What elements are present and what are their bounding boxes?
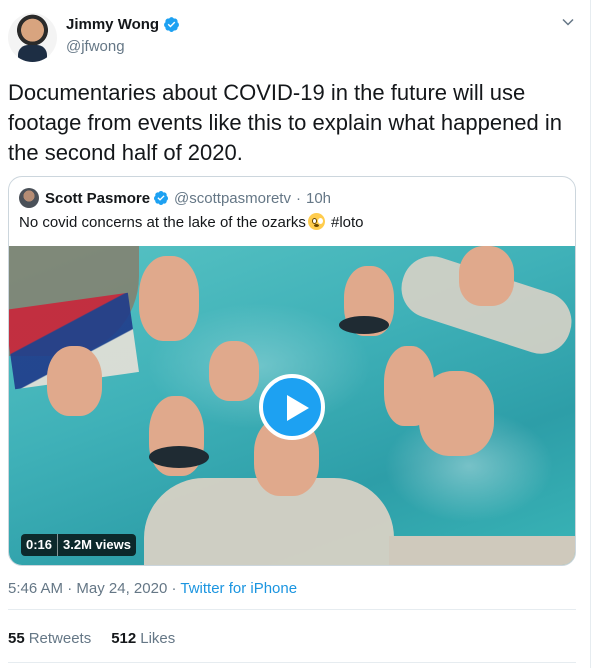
video-player[interactable]: 0:16 3.2M views	[9, 246, 575, 565]
meta-separator: ·	[167, 580, 181, 597]
quoted-separator: ·	[295, 189, 301, 207]
quoted-tweet-header[interactable]: Scott Pasmore @scottpasmoretv · 10h	[19, 188, 331, 208]
retweets-stat[interactable]: 55 Retweets	[8, 630, 91, 647]
verified-badge-icon	[154, 191, 169, 205]
tweet-stats: 55 Retweets 512 Likes	[8, 630, 175, 647]
tweet-source-link[interactable]: Twitter for iPhone	[180, 580, 297, 597]
video-scene-person	[419, 371, 494, 456]
tweet-text: Documentaries about COVID-19 in the futu…	[8, 80, 563, 165]
video-scene-person	[209, 341, 259, 401]
video-view-count: 3.2M views	[63, 537, 131, 552]
quoted-tweet-text: No covid concerns at the lake of the oza…	[19, 213, 364, 231]
chevron-down-icon[interactable]	[561, 15, 575, 29]
video-scene-shadow	[149, 446, 209, 468]
quoted-author-handle: @scottpasmoretv	[174, 189, 291, 207]
tweet-card: Jimmy Wong @jfwong Documentaries about C…	[0, 0, 591, 668]
likes-label: Likes	[140, 630, 176, 647]
quoted-author-name: Scott Pasmore	[45, 189, 151, 207]
retweets-label: Retweets	[28, 630, 92, 647]
likes-count: 512	[111, 630, 137, 647]
video-scene-person	[459, 246, 514, 306]
quoted-hashtag: #loto	[326, 214, 364, 231]
tweet-date[interactable]: May 24, 2020	[76, 580, 167, 597]
likes-stat[interactable]: 512 Likes	[111, 630, 175, 647]
quoted-timestamp: 10h	[305, 189, 332, 207]
author-avatar[interactable]	[8, 13, 57, 62]
tweet-time[interactable]: 5:46 AM	[8, 580, 63, 597]
tweet-meta: 5:46 AM · May 24, 2020 · Twitter for iPh…	[8, 580, 297, 597]
verified-badge-icon	[164, 17, 180, 32]
divider	[8, 609, 576, 610]
video-scene-person	[47, 346, 102, 416]
meta-separator: ·	[63, 580, 77, 597]
retweets-count: 55	[8, 630, 25, 647]
author-display-name[interactable]: Jimmy Wong	[66, 16, 159, 33]
video-info-badge: 0:16 3.2M views	[21, 534, 136, 556]
play-button[interactable]	[259, 374, 325, 440]
quoted-tweet[interactable]: Scott Pasmore @scottpasmoretv · 10h No c…	[8, 176, 576, 566]
quoted-author-avatar	[19, 188, 39, 208]
video-scene-person	[139, 256, 199, 341]
flushed-face-emoji-icon	[307, 213, 325, 230]
video-duration: 0:16	[21, 534, 59, 556]
author-handle[interactable]: @jfwong	[66, 38, 125, 55]
divider	[8, 662, 576, 663]
quoted-text-main: No covid concerns at the lake of the oza…	[19, 214, 306, 231]
video-scene-shadow	[339, 316, 389, 334]
video-scene-bar	[389, 536, 575, 565]
author-name-row[interactable]: Jimmy Wong	[66, 16, 180, 33]
